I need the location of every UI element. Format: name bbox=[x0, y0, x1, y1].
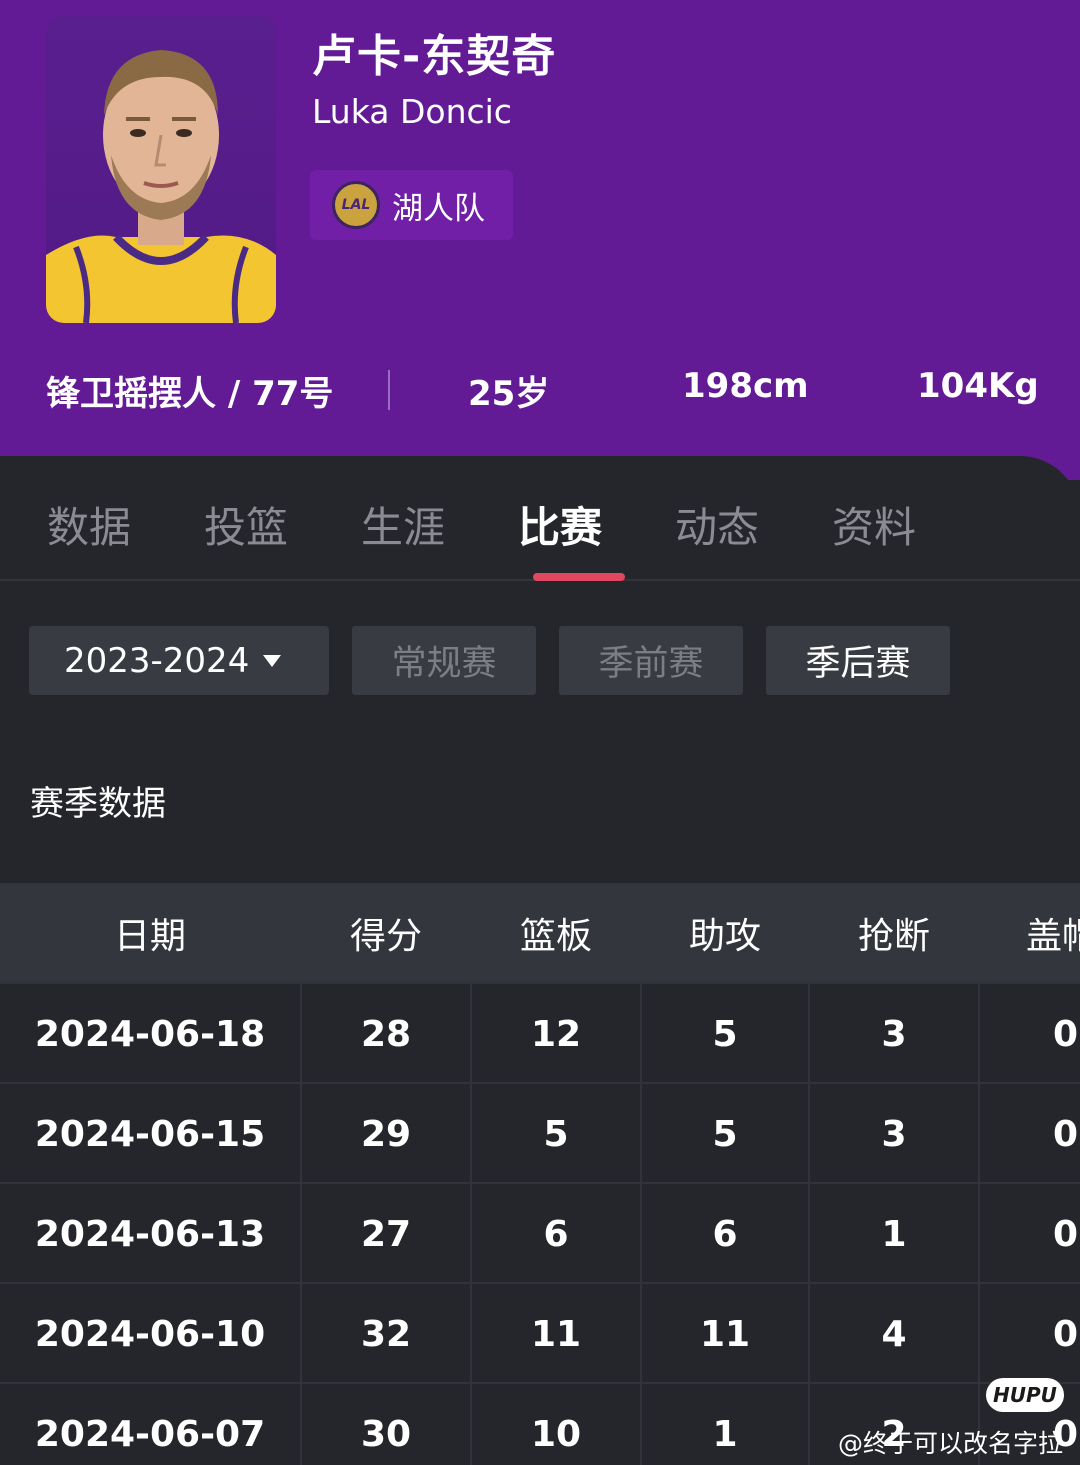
cell-date: 2024-06-07 bbox=[34, 1413, 266, 1455]
cell-points: 27 bbox=[360, 1213, 412, 1255]
player-age: 25岁 bbox=[468, 374, 550, 414]
player-name-cn: 卢卡-东契奇 bbox=[312, 31, 557, 82]
cell-blocks: 0 bbox=[1053, 1213, 1079, 1255]
tab-data[interactable]: 数据 bbox=[47, 494, 131, 555]
table-header: 日期 得分 篮板 助攻 抢断 盖帽 bbox=[0, 883, 1080, 982]
cell-points: 30 bbox=[360, 1413, 412, 1455]
header-date[interactable]: 日期 bbox=[0, 883, 300, 982]
tab-shooting[interactable]: 投篮 bbox=[204, 494, 288, 555]
caret-down-icon bbox=[263, 654, 282, 667]
season-value: 2023-2024 bbox=[64, 640, 250, 681]
header-rebounds[interactable]: 篮板 bbox=[472, 883, 640, 982]
player-position: 锋卫摇摆人 / 77号 bbox=[46, 374, 334, 414]
cell-rebounds: 10 bbox=[530, 1413, 582, 1455]
cell-steals: 4 bbox=[881, 1313, 907, 1355]
cell-steals: 3 bbox=[881, 1113, 907, 1155]
cell-points: 32 bbox=[360, 1313, 412, 1355]
player-header: 卢卡-东契奇 Luka Doncic LAL 湖人队 锋卫摇摆人 / 77号 2… bbox=[0, 0, 1080, 480]
content-panel: 数据 投篮 生涯 比赛 动态 资料 2023-2024 常规赛 季前赛 季后赛 … bbox=[0, 456, 1080, 1465]
cell-date: 2024-06-18 bbox=[34, 1013, 266, 1055]
cell-assists: 11 bbox=[699, 1313, 751, 1355]
section-title: 赛季数据 bbox=[30, 784, 166, 824]
preseason-button[interactable]: 季前赛 bbox=[559, 626, 743, 695]
game-stats-table: 日期 得分 篮板 助攻 抢断 盖帽 2024-06-18 28 12 5 3 0… bbox=[0, 883, 1080, 1465]
cell-date: 2024-06-15 bbox=[34, 1113, 266, 1155]
player-weight: 104Kg bbox=[917, 366, 1039, 406]
header-points[interactable]: 得分 bbox=[302, 883, 470, 982]
cell-rebounds: 5 bbox=[543, 1113, 569, 1155]
hupu-logo-icon: HUPU bbox=[986, 1378, 1064, 1412]
cell-rebounds: 12 bbox=[530, 1013, 582, 1055]
tab-games[interactable]: 比赛 bbox=[518, 494, 602, 555]
table-row[interactable]: 2024-06-15 29 5 5 3 0 bbox=[0, 1082, 1080, 1184]
team-name: 湖人队 bbox=[392, 190, 485, 227]
divider bbox=[388, 370, 390, 410]
header-blocks[interactable]: 盖帽 bbox=[980, 883, 1080, 982]
cell-blocks: 0 bbox=[1053, 1113, 1079, 1155]
player-info-row: 锋卫摇摆人 / 77号 25岁 198cm 104Kg bbox=[0, 360, 1080, 420]
tab-bar: 数据 投篮 生涯 比赛 动态 资料 bbox=[0, 456, 1080, 581]
playoffs-button[interactable]: 季后赛 bbox=[766, 626, 950, 695]
header-steals[interactable]: 抢断 bbox=[810, 883, 978, 982]
active-tab-indicator bbox=[533, 573, 625, 581]
tab-career[interactable]: 生涯 bbox=[361, 494, 445, 555]
table-row[interactable]: 2024-06-13 27 6 6 1 0 bbox=[0, 1182, 1080, 1284]
cell-date: 2024-06-13 bbox=[34, 1213, 266, 1255]
cell-assists: 5 bbox=[712, 1013, 738, 1055]
header-assists[interactable]: 助攻 bbox=[642, 883, 808, 982]
cell-points: 29 bbox=[360, 1113, 412, 1155]
cell-blocks: 0 bbox=[1053, 1313, 1079, 1355]
cell-assists: 1 bbox=[712, 1413, 738, 1455]
filter-bar: 2023-2024 常规赛 季前赛 季后赛 bbox=[0, 626, 1080, 696]
season-select[interactable]: 2023-2024 bbox=[29, 626, 329, 695]
cell-date: 2024-06-10 bbox=[34, 1313, 266, 1355]
cell-assists: 6 bbox=[712, 1213, 738, 1255]
lakers-logo-icon: LAL bbox=[332, 181, 380, 229]
player-photo bbox=[46, 15, 276, 323]
player-name-en: Luka Doncic bbox=[312, 92, 512, 131]
table-row[interactable]: 2024-06-18 28 12 5 3 0 bbox=[0, 982, 1080, 1084]
cell-steals: 3 bbox=[881, 1013, 907, 1055]
cell-assists: 5 bbox=[712, 1113, 738, 1155]
table-row[interactable]: 2024-06-10 32 11 11 4 0 bbox=[0, 1282, 1080, 1384]
cell-blocks: 0 bbox=[1053, 1013, 1079, 1055]
regular-season-button[interactable]: 常规赛 bbox=[352, 626, 536, 695]
cell-steals: 1 bbox=[881, 1213, 907, 1255]
player-height: 198cm bbox=[682, 366, 809, 406]
tab-profile[interactable]: 资料 bbox=[832, 494, 916, 555]
watermark-text: @终于可以改名字拉 bbox=[838, 1429, 1064, 1458]
cell-rebounds: 6 bbox=[543, 1213, 569, 1255]
cell-points: 28 bbox=[360, 1013, 412, 1055]
team-button[interactable]: LAL 湖人队 bbox=[310, 170, 513, 240]
tab-news[interactable]: 动态 bbox=[675, 494, 759, 555]
cell-rebounds: 11 bbox=[530, 1313, 582, 1355]
